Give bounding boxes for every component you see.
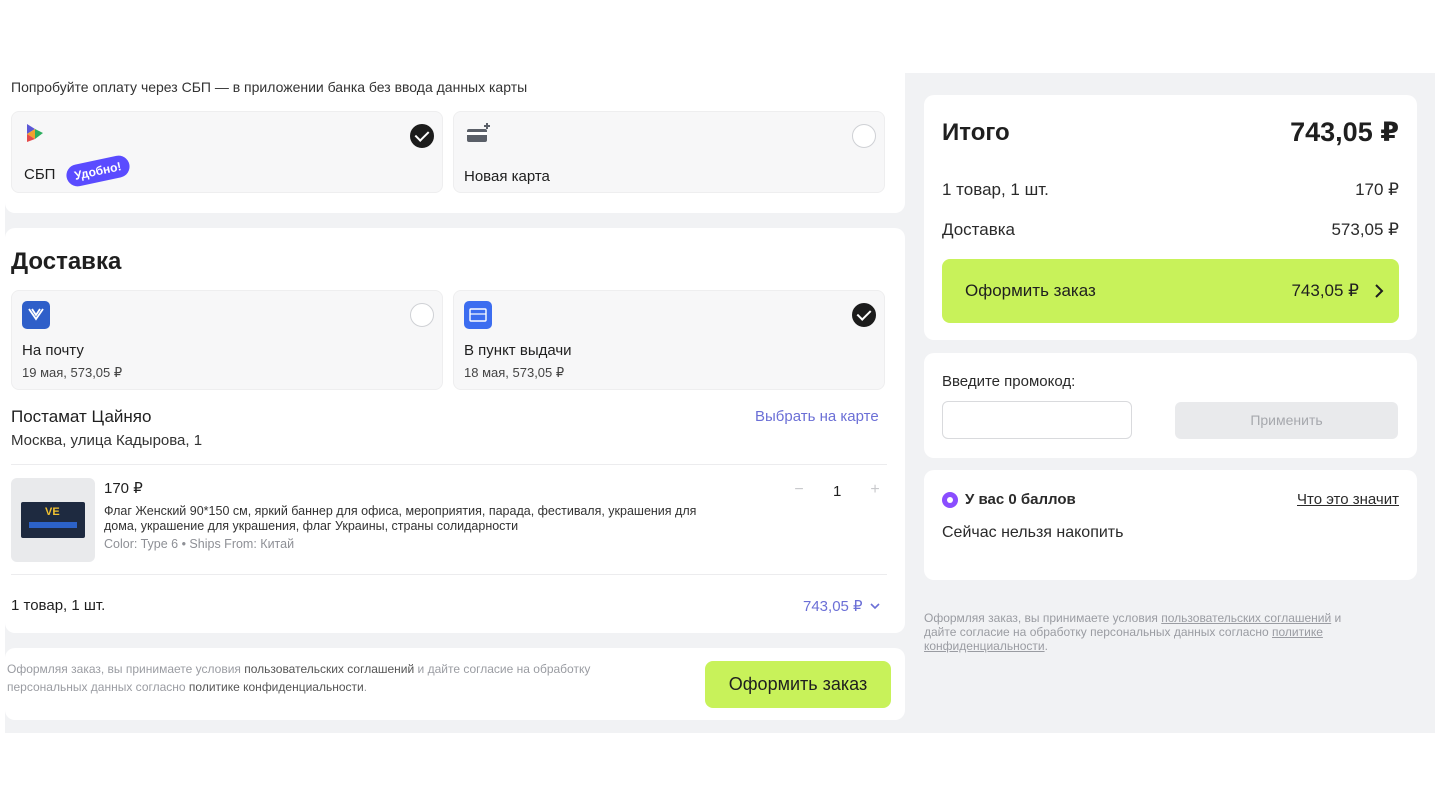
product-title-line1[interactable]: Флаг Женский 90*150 см, яркий баннер для… [104, 504, 696, 518]
bonus-points-icon [942, 492, 958, 508]
divider [11, 464, 887, 465]
russian-post-icon [22, 301, 50, 329]
convenient-badge: Удобно! [64, 153, 132, 189]
delivery-title: Доставка [11, 248, 122, 275]
privacy-policy-link[interactable]: политике [1272, 625, 1323, 639]
delivery-section: Доставка На почту 19 мая, 573,05 ₽ В пун… [5, 228, 905, 633]
product-thumbnail[interactable] [11, 478, 95, 562]
sbp-hint: Попробуйте оплату через СБП — в приложен… [11, 79, 528, 95]
bottom-checkout-bar: Оформляя заказ, вы принимаете условия по… [5, 648, 905, 720]
promo-code-card: Введите промокод: Применить [924, 353, 1417, 458]
summary-items-label: 1 товар, 1 шт. [942, 180, 1049, 199]
delivery-option-post[interactable]: На почту 19 мая, 573,05 ₽ [11, 290, 443, 390]
bonus-info-link[interactable]: Что это значит [1297, 491, 1399, 508]
summary-delivery-value: 573,05 ₽ [1331, 220, 1399, 239]
pickup-point-address: Москва, улица Кадырова, 1 [11, 432, 203, 449]
post-label: На почту [22, 342, 84, 359]
order-summary-card: Итого 743,05 ₽ 1 товар, 1 шт. 170 ₽ Дост… [924, 95, 1417, 340]
summary-title: Итого [942, 119, 1010, 146]
payment-section: Попробуйте оплату через СБП — в приложен… [5, 73, 905, 213]
divider [11, 574, 887, 575]
pickup-point-icon [464, 301, 492, 329]
promo-code-input[interactable] [942, 401, 1132, 439]
choose-on-map-link[interactable]: Выбрать на карте [755, 408, 879, 425]
pickup-radio[interactable] [852, 303, 876, 327]
product-price: 170 ₽ [104, 480, 143, 497]
payment-option-sbp[interactable]: СБП Удобно! [11, 111, 443, 193]
new-card-label: Новая карта [464, 168, 550, 185]
bonus-points-card: У вас 0 баллов Что это значит Сейчас нел… [924, 470, 1417, 580]
apply-promo-button[interactable]: Применить [1175, 402, 1398, 439]
quantity-value: 1 [833, 483, 842, 500]
post-date-price: 19 мая, 573,05 ₽ [22, 365, 123, 380]
pickup-label: В пункт выдачи [464, 342, 572, 359]
quantity-increase-button[interactable]: + [863, 478, 887, 502]
new-card-icon [467, 123, 490, 142]
sbp-icon [27, 124, 43, 142]
payment-option-new-card[interactable]: Новая карта [453, 111, 885, 193]
pickup-point-name: Постамат Цайняо [11, 407, 152, 426]
summary-place-order-button[interactable]: Оформить заказ 743,05 ₽ [942, 259, 1399, 323]
user-agreement-link[interactable]: пользовательских соглашений [244, 662, 414, 676]
bonus-title: У вас 0 баллов [965, 491, 1076, 508]
product-attributes: Color: Type 6 • Ships From: Китай [104, 537, 295, 551]
chevron-down-icon [870, 603, 880, 610]
place-order-button[interactable]: Оформить заказ [705, 661, 891, 708]
legal-notice: Оформляя заказ, вы принимаете условия по… [7, 662, 591, 694]
quantity-decrease-button[interactable]: − [787, 478, 811, 502]
checkout-page: Попробуйте оплату через СБП — в приложен… [0, 0, 1440, 805]
sbp-radio[interactable] [410, 124, 434, 148]
privacy-policy-link[interactable]: политике конфиденциальности [189, 680, 364, 694]
post-radio[interactable] [410, 303, 434, 327]
summary-delivery-label: Доставка [942, 220, 1016, 239]
privacy-policy-link-cont[interactable]: конфиденциальности [924, 639, 1045, 653]
order-count: 1 товар, 1 шт. [11, 597, 106, 614]
order-total-value: 743,05 ₽ [803, 598, 863, 615]
new-card-radio[interactable] [852, 124, 876, 148]
summary-items-value: 170 ₽ [1355, 180, 1399, 199]
promo-label: Введите промокод: [942, 373, 1076, 390]
order-total-toggle[interactable]: 743,05 ₽ [803, 597, 881, 615]
summary-total: 743,05 ₽ [1290, 117, 1399, 147]
summary-order-button-label: Оформить заказ [965, 281, 1096, 300]
chevron-right-icon [1375, 284, 1384, 298]
product-title-line2[interactable]: дома, украшение для украшения, флаг Укра… [104, 519, 518, 533]
user-agreement-link[interactable]: пользовательских соглашений [1161, 611, 1331, 625]
delivery-option-pickup[interactable]: В пункт выдачи 18 мая, 573,05 ₽ [453, 290, 885, 390]
pickup-date-price: 18 мая, 573,05 ₽ [464, 365, 565, 380]
right-legal-notice: Оформляя заказ, вы принимаете условия по… [924, 611, 1342, 653]
sbp-label: СБП [24, 166, 56, 183]
summary-order-button-total: 743,05 ₽ [1291, 281, 1359, 300]
bonus-note: Сейчас нельзя накопить [942, 524, 1124, 541]
